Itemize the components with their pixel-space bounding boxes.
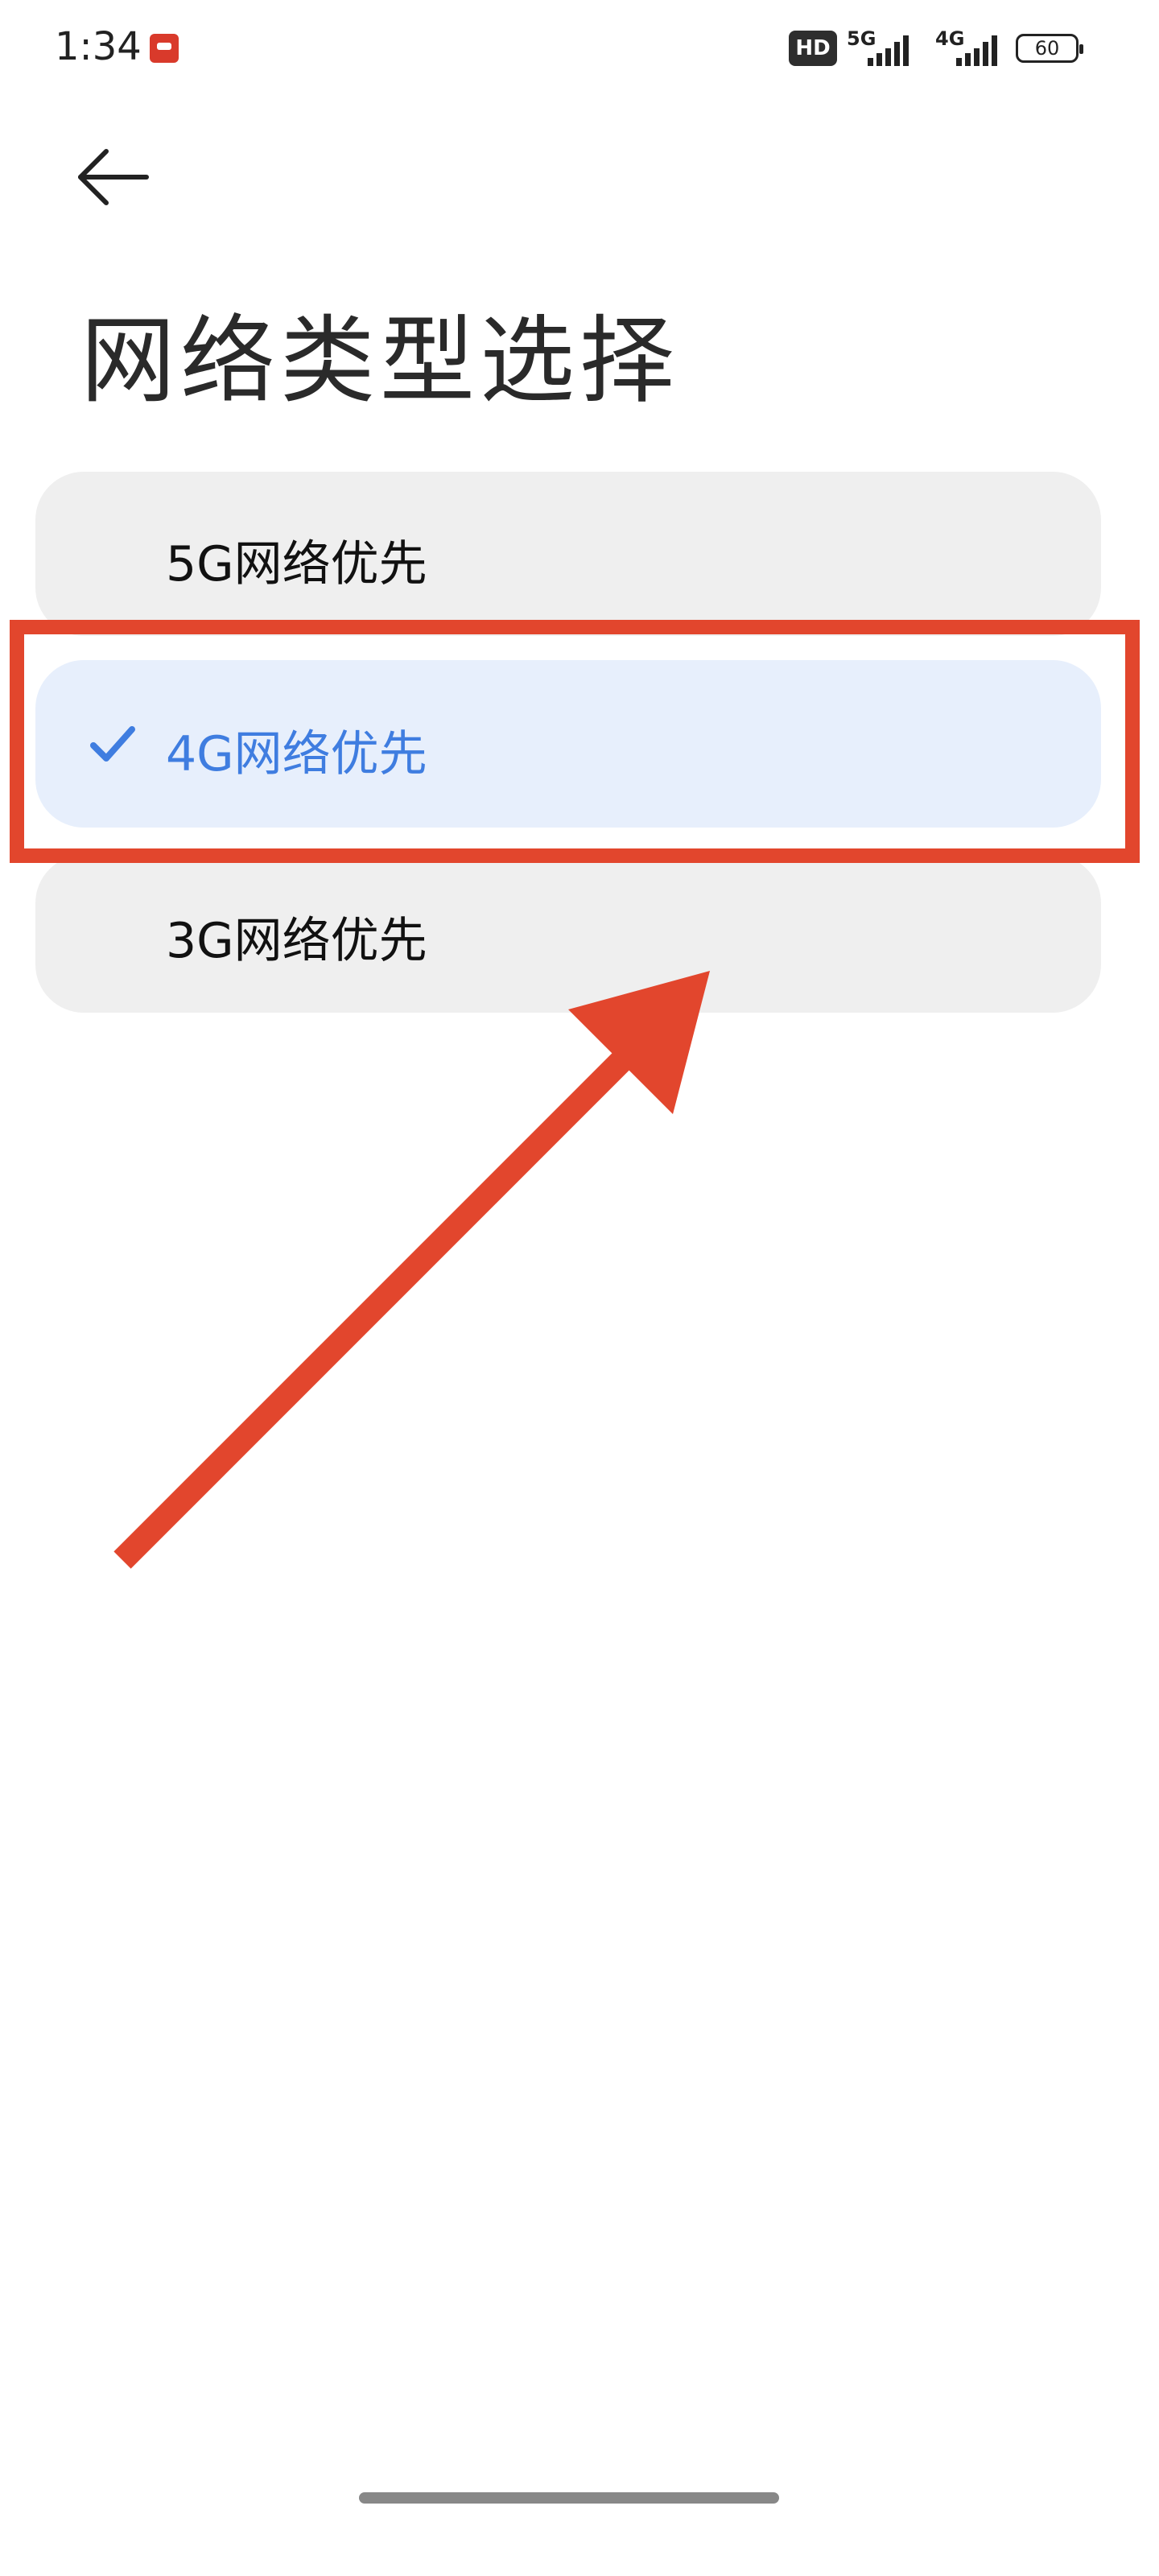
status-time: 1:34	[55, 24, 142, 69]
back-button[interactable]	[76, 145, 164, 209]
status-bar: 1:34 HD 5G 4G 60	[0, 0, 1159, 97]
arrow-left-icon	[78, 149, 149, 205]
signal-4g-icon	[956, 35, 997, 66]
option-label: 5G网络优先	[166, 536, 427, 592]
annotation-highlight-box	[10, 620, 1140, 863]
home-indicator	[359, 2492, 779, 2504]
page-title: 网络类型选择	[80, 305, 680, 416]
hd-badge: HD	[789, 31, 837, 66]
app-notification-icon	[150, 34, 179, 63]
option-label: 3G网络优先	[166, 913, 427, 969]
signal-5g-icon	[868, 35, 909, 66]
option-5g-preferred[interactable]: 5G网络优先	[35, 472, 1101, 636]
battery-icon: 60	[1016, 34, 1083, 63]
option-3g-preferred[interactable]: 3G网络优先	[35, 855, 1101, 1013]
